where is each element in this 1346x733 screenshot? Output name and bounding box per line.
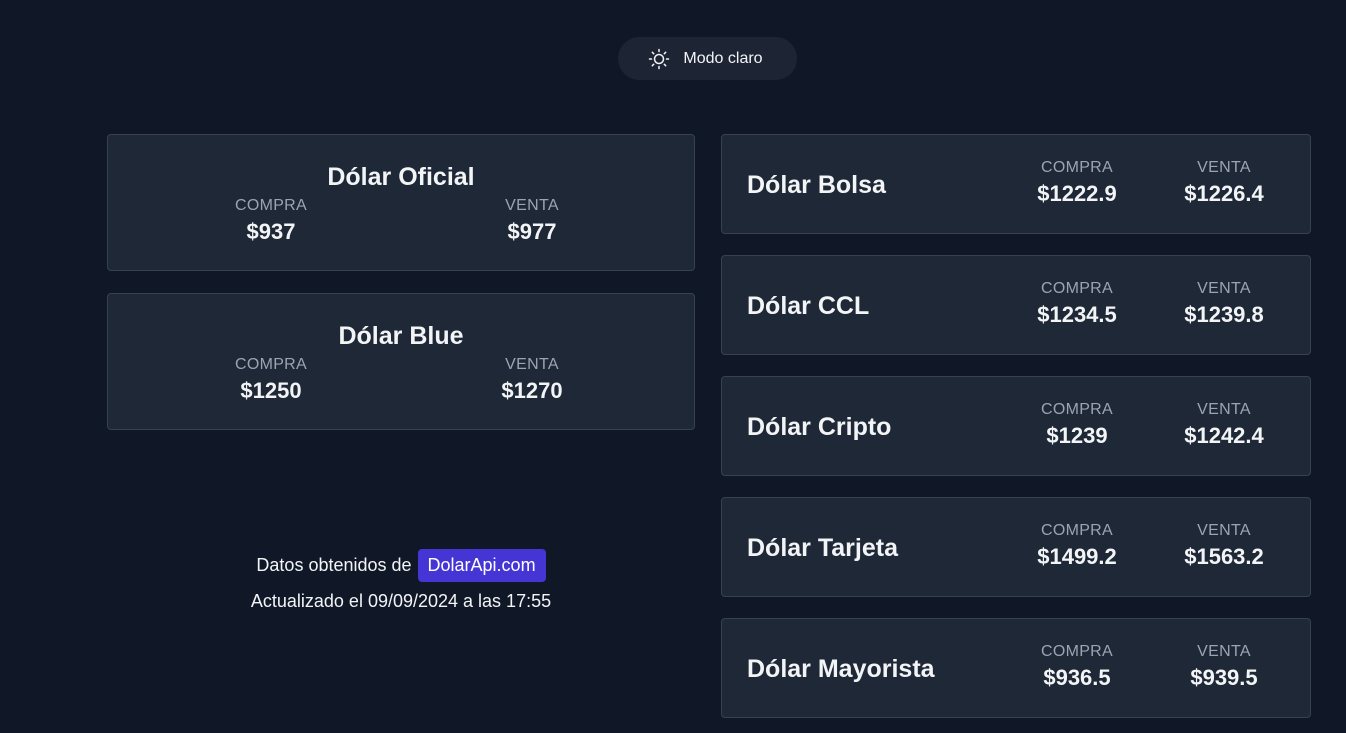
card-title: Dólar CCL	[747, 292, 870, 320]
compra-value: $1239	[1046, 423, 1108, 448]
compra-column: COMPRA $1222.9	[1012, 159, 1142, 207]
venta-column: VENTA $939.5	[1159, 643, 1289, 691]
compra-value: $1234.5	[1037, 302, 1117, 327]
venta-column: VENTA $977	[462, 197, 602, 245]
compra-label: COMPRA	[1040, 280, 1114, 297]
credits-source: Datos obtenidos de DolarApi.com	[107, 547, 695, 583]
venta-label: VENTA	[1197, 522, 1251, 539]
card-dolar-bolsa: Dólar Bolsa COMPRA $1222.9 VENTA $1226.4	[721, 134, 1311, 234]
card-title: Dólar Blue	[338, 322, 464, 350]
venta-label: VENTA	[1197, 159, 1251, 176]
venta-value: $1239.8	[1184, 302, 1264, 327]
compra-value: $936.5	[1043, 665, 1111, 690]
theme-toggle-label: Modo claro	[683, 49, 763, 67]
compra-label: COMPRA	[234, 356, 308, 373]
venta-column: VENTA $1226.4	[1159, 159, 1289, 207]
venta-value: $1226.4	[1184, 181, 1264, 206]
compra-label: COMPRA	[1040, 401, 1114, 418]
venta-label: VENTA	[1197, 280, 1251, 297]
venta-label: VENTA	[505, 356, 559, 373]
venta-label: VENTA	[505, 197, 559, 214]
sun-icon	[648, 48, 670, 70]
compra-column: COMPRA $1234.5	[1012, 280, 1142, 328]
credits-prefix: Datos obtenidos de	[256, 554, 412, 575]
venta-value: $1563.2	[1184, 544, 1264, 569]
card-dolar-mayorista: Dólar Mayorista COMPRA $936.5 VENTA $939…	[721, 618, 1311, 718]
venta-column: VENTA $1242.4	[1159, 401, 1289, 449]
venta-value: $977	[507, 219, 557, 244]
card-title: Dólar Oficial	[327, 163, 475, 191]
venta-label: VENTA	[1197, 401, 1251, 418]
venta-value: $939.5	[1190, 665, 1258, 690]
venta-value: $1270	[501, 378, 563, 403]
venta-column: VENTA $1270	[462, 356, 602, 404]
compra-value: $1222.9	[1037, 181, 1117, 206]
compra-label: COMPRA	[1040, 522, 1114, 539]
compra-column: COMPRA $1499.2	[1012, 522, 1142, 570]
compra-value: $937	[246, 219, 296, 244]
compra-column: COMPRA $937	[201, 197, 341, 245]
compra-value: $1499.2	[1037, 544, 1117, 569]
card-dolar-cripto: Dólar Cripto COMPRA $1239 VENTA $1242.4	[721, 376, 1311, 476]
compra-column: COMPRA $936.5	[1012, 643, 1142, 691]
credits: Datos obtenidos de DolarApi.com Actualiz…	[107, 547, 695, 612]
venta-label: VENTA	[1197, 643, 1251, 660]
venta-value: $1242.4	[1184, 423, 1264, 448]
compra-column: COMPRA $1250	[201, 356, 341, 404]
venta-column: VENTA $1239.8	[1159, 280, 1289, 328]
compra-column: COMPRA $1239	[1012, 401, 1142, 449]
dolarapi-link[interactable]: DolarApi.com	[417, 548, 546, 582]
compra-value: $1250	[240, 378, 302, 403]
card-title: Dólar Bolsa	[747, 171, 886, 199]
card-dolar-oficial: Dólar Oficial COMPRA $937 VENTA $977	[107, 134, 695, 271]
compra-label: COMPRA	[1040, 643, 1114, 660]
card-dolar-tarjeta: Dólar Tarjeta COMPRA $1499.2 VENTA $1563…	[721, 497, 1311, 597]
card-title: Dólar Mayorista	[747, 655, 935, 683]
theme-toggle-button[interactable]: Modo claro	[618, 37, 797, 80]
last-updated-text: Actualizado el 09/09/2024 a las 17:55	[250, 591, 552, 611]
card-dolar-ccl: Dólar CCL COMPRA $1234.5 VENTA $1239.8	[721, 255, 1311, 355]
venta-column: VENTA $1563.2	[1159, 522, 1289, 570]
compra-label: COMPRA	[1040, 159, 1114, 176]
card-title: Dólar Tarjeta	[747, 534, 898, 562]
compra-label: COMPRA	[234, 197, 308, 214]
card-title: Dólar Cripto	[747, 413, 892, 441]
card-dolar-blue: Dólar Blue COMPRA $1250 VENTA $1270	[107, 293, 695, 430]
